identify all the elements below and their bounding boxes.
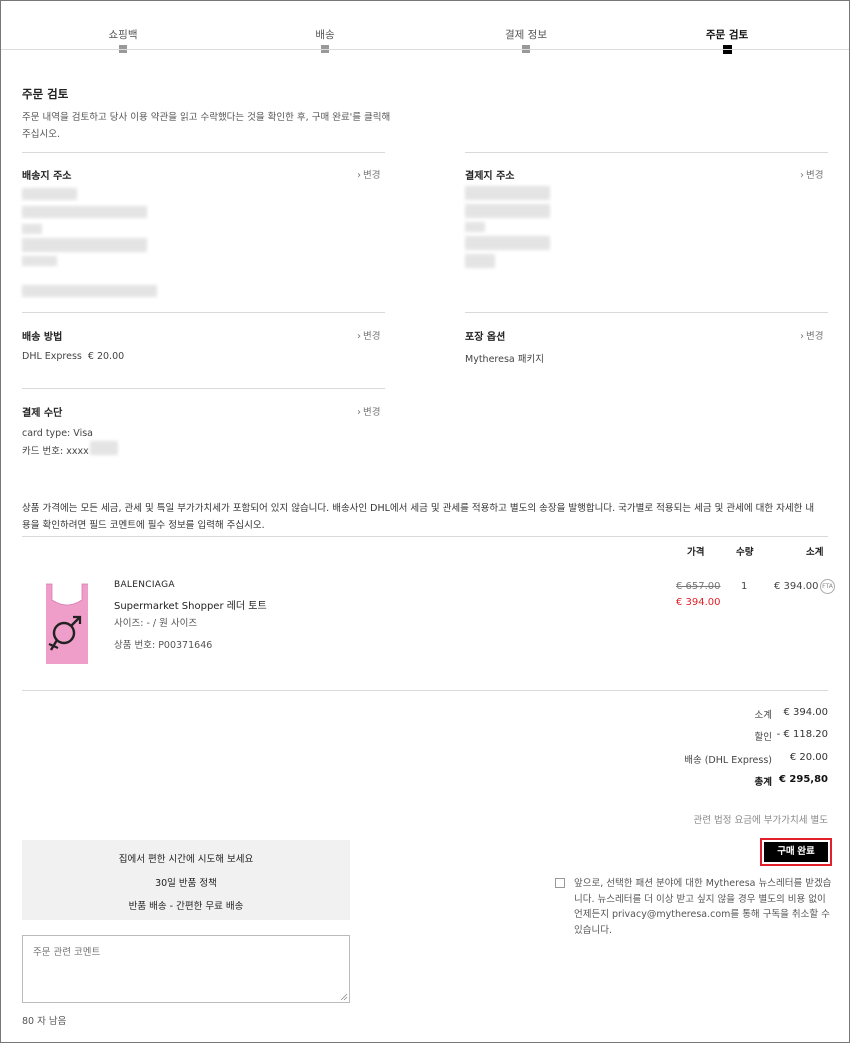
item-quantity: 1 (741, 581, 748, 592)
product-name[interactable]: Supermarket Shopper 레더 토트 (114, 597, 267, 612)
step-payment[interactable]: 결제 정보 (466, 27, 586, 42)
promo-line-free-returns: 반품 배송 - 간편한 무료 배송 (128, 901, 244, 912)
packaging-value: Mytheresa 패키지 (465, 354, 544, 365)
divider (22, 152, 385, 153)
payment-title: 결제 수단 (22, 408, 63, 419)
product-number: 상품 번호: P00371646 (114, 640, 213, 651)
comment-remaining-count: 80 자 남음 (22, 1016, 67, 1027)
chevron-right-icon: › (800, 331, 804, 342)
summary-subtotal-label: 소계 (754, 710, 772, 721)
shipping-method-change-link[interactable]: › 변경 (357, 328, 380, 342)
promo-line-try-at-home: 집에서 편한 시간에 시도해 보세요 (118, 854, 254, 865)
product-image[interactable] (42, 580, 92, 666)
divider (465, 312, 828, 313)
summary-total-value: € 295,80 (778, 774, 828, 785)
packaging-change-link[interactable]: › 변경 (800, 328, 823, 342)
payment-change-link[interactable]: › 변경 (357, 404, 380, 418)
order-comment-field[interactable] (22, 935, 350, 1003)
summary-discount-value: - € 118.20 (776, 729, 828, 740)
divider (465, 152, 828, 153)
divider (22, 690, 828, 691)
divider (22, 388, 385, 389)
promo-line-return-policy: 30일 반품 정책 (155, 878, 217, 889)
steps-line (1, 49, 849, 50)
summary-shipping-label: 배송 (DHL Express) (684, 755, 772, 766)
col-price-header: 가격 (687, 547, 705, 558)
col-subtotal-header: 소계 (806, 547, 824, 558)
card-number-redacted (90, 441, 118, 455)
newsletter-consent-text: 앞으로, 선택한 패션 분야에 대한 Mytheresa 뉴스레터를 받겠습니다… (574, 878, 832, 936)
item-subtotal: € 394.00 (774, 581, 819, 592)
tax-notice: 상품 가격에는 모든 세금, 관세 및 특일 부가가치세가 포함되어 있지 않습… (22, 503, 815, 531)
col-qty-header: 수량 (736, 547, 754, 558)
review-intro: 주문 내역을 검토하고 당사 이용 약관을 읽고 수락했다는 것을 확인한 후,… (22, 112, 391, 140)
step-shipping[interactable]: 배송 (265, 27, 385, 42)
shipping-method-value: DHL Express € 20.00 (22, 351, 125, 362)
sale-price: € 394.00 (676, 597, 721, 608)
card-number: 카드 번호: xxxx (22, 446, 89, 457)
card-type: card type: Visa (22, 428, 93, 439)
returns-promo-box: 집에서 편한 시간에 시도해 보세요 30일 반품 정책 반품 배송 - 간편한… (22, 840, 350, 920)
shipping-address-change-link[interactable]: › 변경 (357, 167, 380, 181)
shipping-address-title: 배송지 주소 (22, 171, 72, 182)
vat-note: 관련 법정 요금에 부가가치세 별도 (693, 815, 828, 826)
step-shopping-bag[interactable]: 쇼핑백 (63, 27, 183, 42)
resize-grip-icon[interactable] (340, 993, 348, 1001)
shipping-method-title: 배송 방법 (22, 332, 63, 343)
divider (22, 312, 385, 313)
complete-purchase-button[interactable]: 구매 완료 (764, 842, 828, 862)
chevron-right-icon: › (357, 170, 361, 181)
billing-address-change-link[interactable]: › 변경 (800, 167, 823, 181)
step-review: 주문 검토 (705, 29, 749, 41)
summary-total-label: 총계 (754, 777, 772, 788)
chevron-right-icon: › (357, 407, 361, 418)
product-brand: BALENCIAGA (114, 580, 175, 590)
original-price: € 657.00 (676, 581, 721, 592)
divider (22, 536, 828, 537)
newsletter-checkbox[interactable] (555, 878, 565, 888)
chevron-right-icon: › (357, 331, 361, 342)
summary-discount-label: 할인 (754, 732, 772, 743)
fta-badge: FTA (820, 579, 835, 594)
product-size: 사이즈: - / 원 사이즈 (114, 618, 198, 629)
packaging-title: 포장 옵션 (465, 332, 506, 343)
billing-address-title: 결제지 주소 (465, 171, 515, 182)
page-title: 주문 검토 (22, 87, 69, 101)
chevron-right-icon: › (800, 170, 804, 181)
summary-subtotal-value: € 394.00 (783, 707, 828, 718)
summary-shipping-value: € 20.00 (789, 752, 828, 763)
tote-bag-icon (46, 583, 88, 664)
